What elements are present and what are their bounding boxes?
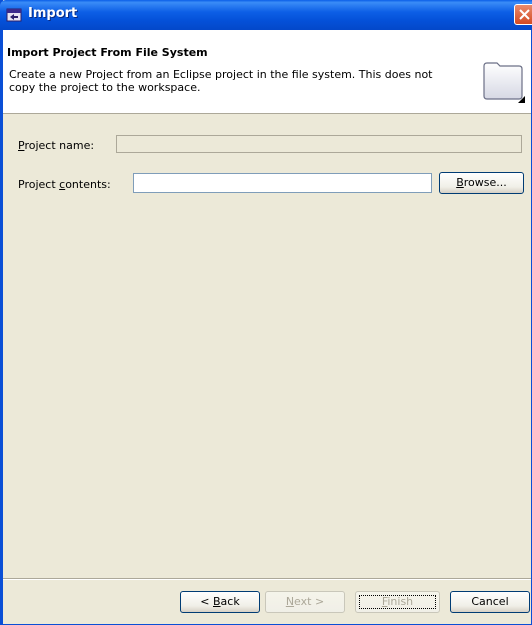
cancel-button[interactable]: Cancel xyxy=(450,591,530,613)
button-bar-separator xyxy=(3,578,531,580)
window-title: Import xyxy=(28,6,78,21)
project-contents-input[interactable] xyxy=(133,173,432,193)
close-button[interactable] xyxy=(514,4,532,25)
import-folder-icon xyxy=(481,58,525,104)
project-name-label: Project name: xyxy=(18,139,95,152)
finish-button[interactable]: Finish xyxy=(355,591,440,613)
back-button[interactable]: < Back xyxy=(180,591,260,613)
project-contents-label: Project contents: xyxy=(18,178,111,191)
close-icon xyxy=(519,9,530,20)
import-dialog: Import Import Project From File System C… xyxy=(0,0,532,625)
page-description: Create a new Project from an Eclipse pro… xyxy=(9,68,433,94)
eclipse-app-icon xyxy=(6,7,22,23)
wizard-header: Import Project From File System Create a… xyxy=(3,30,531,114)
project-name-field xyxy=(116,135,522,153)
page-title: Import Project From File System xyxy=(7,46,208,59)
next-button[interactable]: Next > xyxy=(265,591,345,613)
title-bar[interactable]: Import xyxy=(0,0,532,30)
focus-indicator xyxy=(359,595,436,609)
browse-button[interactable]: Browse... xyxy=(439,172,524,194)
